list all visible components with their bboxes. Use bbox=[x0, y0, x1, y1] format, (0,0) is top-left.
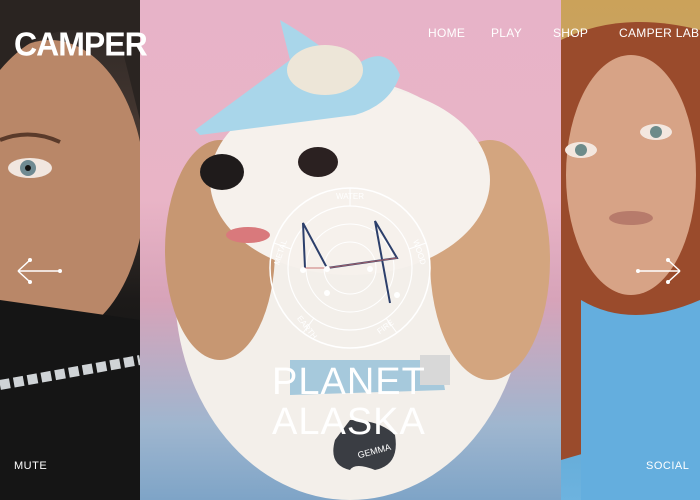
social-link[interactable]: SOCIAL bbox=[646, 460, 689, 472]
wheel-label-water: WATER bbox=[336, 192, 364, 201]
right-model-photo bbox=[561, 22, 700, 500]
nav-home[interactable]: HOME bbox=[428, 26, 465, 40]
wheel-label-earth: EARTH bbox=[295, 314, 319, 341]
elements-wheel-graphic: WATER WOOD FIRE EARTH METAL bbox=[269, 187, 431, 349]
hero-title[interactable]: PLANET ALASKA bbox=[272, 362, 426, 442]
dog-tag-text: GEMMA bbox=[357, 442, 392, 460]
wheel-label-fire: FIRE bbox=[376, 318, 396, 336]
dog-tag: GEMMA bbox=[357, 442, 392, 460]
arrow-left-icon[interactable] bbox=[14, 257, 62, 285]
hero-title-line1: PLANET bbox=[272, 361, 426, 403]
nav-shop[interactable]: SHOP bbox=[553, 26, 588, 40]
arrow-right-icon[interactable] bbox=[636, 257, 684, 285]
nav-play[interactable]: PLAY bbox=[491, 26, 522, 40]
mute-button[interactable]: MUTE bbox=[14, 460, 47, 472]
hero-title-line2: ALASKA bbox=[272, 401, 426, 443]
left-photo-panel bbox=[0, 0, 140, 500]
right-photo-panel bbox=[561, 0, 700, 500]
left-model-photo bbox=[0, 0, 140, 500]
nav-camper-lab[interactable]: CAMPER LAB bbox=[619, 26, 699, 40]
camper-logo[interactable]: CAMPER bbox=[14, 25, 148, 64]
